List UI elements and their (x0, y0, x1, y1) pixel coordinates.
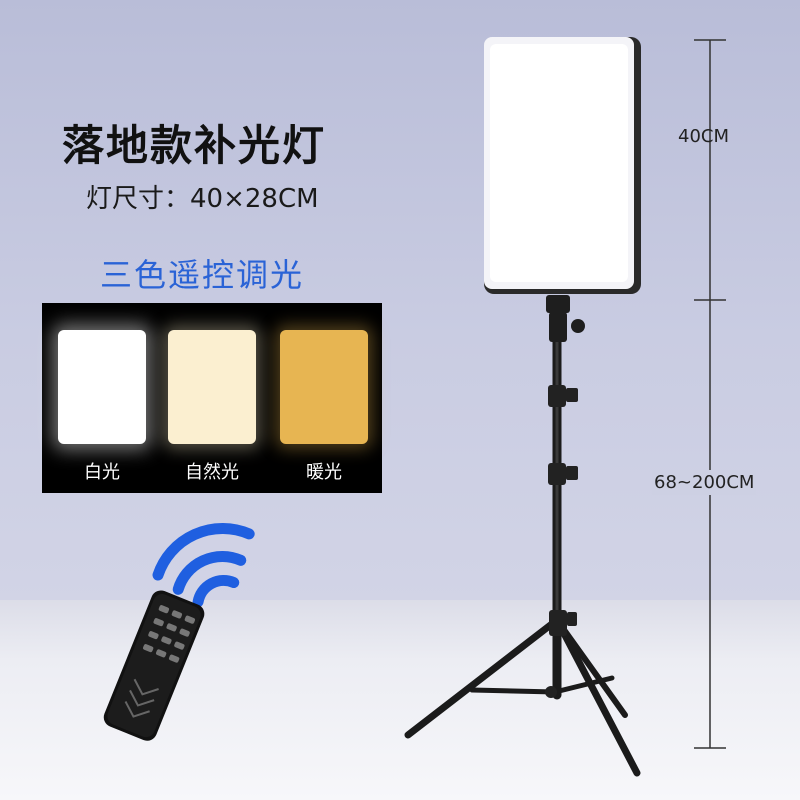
warm-light-label: 暖光 (306, 462, 342, 483)
remote-control-icon (103, 590, 205, 741)
feature-subtitle: 三色遥控调光 (100, 256, 305, 294)
mount-head (546, 295, 585, 342)
color-swatch-panel: 白光 自然光 暖光 (42, 303, 382, 493)
warm-light-swatch (280, 330, 368, 444)
white-light-label: 白光 (84, 462, 120, 483)
stand-height-label: 68~200CM (652, 470, 757, 495)
lamp-size-text: 灯尺寸：40×28CM (86, 184, 319, 214)
natural-light-swatch (168, 330, 256, 444)
signal-waves-icon (152, 522, 255, 608)
product-title: 落地款补光灯 (62, 121, 327, 170)
natural-light-label: 自然光 (185, 462, 239, 483)
tripod-stand (404, 335, 641, 777)
white-light-swatch (58, 330, 146, 444)
panel-height-label: 40CM (678, 126, 730, 147)
